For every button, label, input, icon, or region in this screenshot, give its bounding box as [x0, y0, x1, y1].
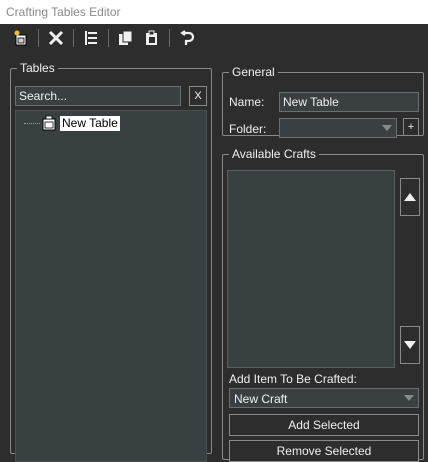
undo-button[interactable]	[176, 27, 198, 49]
search-row: X	[15, 86, 207, 106]
arrow-down-icon	[404, 341, 416, 349]
tree-view-icon	[85, 31, 97, 45]
tables-group: Tables X New Table	[10, 61, 212, 462]
arrow-up-icon	[404, 193, 416, 201]
crafts-list[interactable]	[227, 170, 395, 368]
window-body: Tables X New Table General Name: Folder:	[0, 24, 428, 462]
new-table-button[interactable]	[10, 27, 32, 49]
new-table-icon	[14, 30, 27, 46]
clear-search-button[interactable]: X	[189, 86, 207, 106]
paste-icon	[146, 30, 157, 45]
tables-tree[interactable]: New Table	[15, 110, 207, 462]
name-label: Name:	[229, 95, 265, 109]
name-field[interactable]	[279, 92, 419, 112]
toolbar-separator	[38, 29, 39, 47]
craft-select-value: New Craft	[234, 392, 288, 406]
table-icon	[42, 115, 56, 131]
search-input[interactable]	[15, 86, 181, 106]
tree-item-label: New Table	[60, 115, 120, 131]
add-selected-button[interactable]: Add Selected	[229, 414, 419, 436]
remove-selected-button[interactable]: Remove Selected	[229, 440, 419, 462]
delete-button[interactable]	[45, 27, 67, 49]
craft-select[interactable]: New Craft	[229, 388, 419, 408]
scroll-down-button[interactable]	[400, 326, 420, 364]
delete-icon	[48, 30, 64, 46]
toolbar-separator	[108, 29, 109, 47]
folder-label: Folder:	[229, 122, 267, 136]
tree-connector	[24, 122, 40, 124]
general-legend: General	[232, 65, 275, 79]
copy-icon	[119, 30, 133, 45]
tree-view-button[interactable]	[80, 27, 102, 49]
paste-button[interactable]	[141, 27, 163, 49]
window-title: Crafting Tables Editor	[0, 0, 428, 24]
toolbar-separator	[73, 29, 74, 47]
copy-button[interactable]	[115, 27, 137, 49]
tree-item[interactable]: New Table	[24, 115, 120, 131]
add-item-label: Add Item To Be Crafted:	[229, 372, 357, 386]
scroll-up-button[interactable]	[400, 178, 420, 216]
chevron-down-icon	[378, 119, 396, 137]
toolbar-separator	[169, 29, 170, 47]
folder-select[interactable]	[279, 118, 397, 138]
crafts-legend: Available Crafts	[232, 147, 316, 161]
crafts-group: Available Crafts Add Item To Be Crafted:…	[222, 147, 424, 462]
toolbar	[0, 24, 428, 52]
chevron-down-icon	[400, 389, 418, 407]
add-folder-button[interactable]: +	[403, 118, 419, 136]
tables-legend: Tables	[20, 61, 55, 75]
general-group: General Name: Folder: +	[222, 65, 424, 138]
undo-icon	[180, 30, 195, 45]
